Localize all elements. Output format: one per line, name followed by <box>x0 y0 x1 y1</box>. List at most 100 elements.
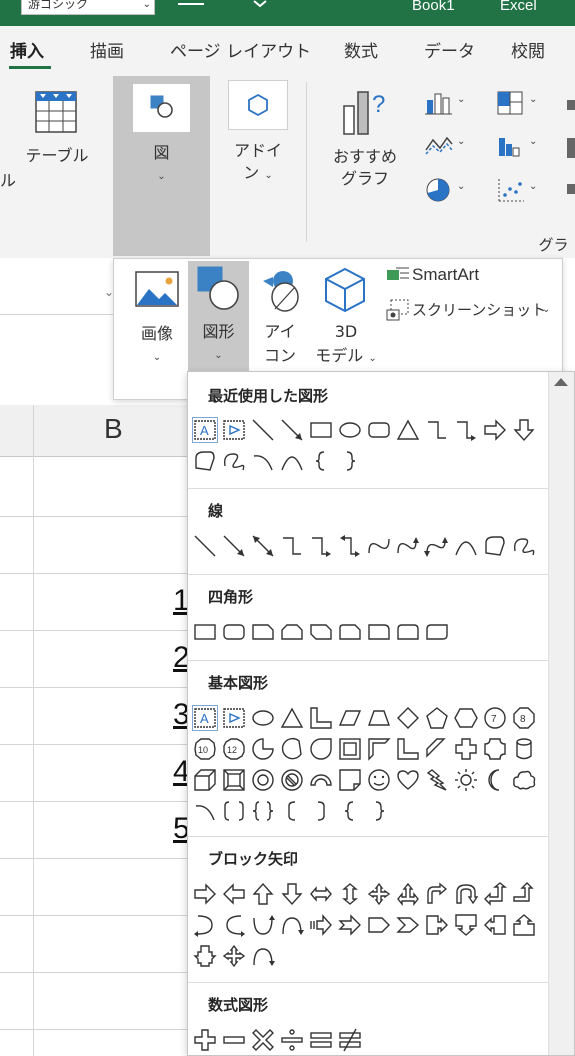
rounddiag-shape-icon[interactable] <box>422 616 451 648</box>
downarrow-shape-icon[interactable] <box>509 414 538 446</box>
line-shape-icon[interactable] <box>248 414 277 446</box>
decagon-shape-icon[interactable]: 10 <box>190 733 219 765</box>
screenshot-button[interactable]: スクリーンショット ⌄ <box>384 297 556 323</box>
scatter-chart-button[interactable]: ⌄ <box>496 177 542 203</box>
upcallout-shape-icon[interactable] <box>509 909 538 941</box>
curvedleft-shape-icon[interactable] <box>190 909 219 941</box>
rbrace-shape-icon[interactable] <box>364 795 393 827</box>
lshape-shape-icon[interactable] <box>393 733 422 765</box>
rrect-shape-icon[interactable] <box>364 414 393 446</box>
font-name-combobox[interactable]: 游ゴシック ⌄ <box>21 0 155 15</box>
teardrop-shape-icon[interactable] <box>306 733 335 765</box>
rect-shape-icon[interactable] <box>190 616 219 648</box>
smartart-button[interactable]: SmartArt <box>384 263 544 289</box>
curveddown-shape-icon[interactable] <box>248 940 277 972</box>
curve-shape-icon[interactable] <box>451 530 480 562</box>
blockarc-shape-icon[interactable] <box>306 764 335 796</box>
arrowline-shape-icon[interactable] <box>277 414 306 446</box>
bentarrow-shape-icon[interactable] <box>422 878 451 910</box>
uparrow-shape-icon[interactable] <box>248 878 277 910</box>
smiley-shape-icon[interactable] <box>364 764 393 796</box>
illustrations-button[interactable]: 図 ⌄ <box>113 76 210 256</box>
snipround-shape-icon[interactable] <box>335 616 364 648</box>
rbracket-shape-icon[interactable] <box>306 795 335 827</box>
halfframe-shape-icon[interactable] <box>364 733 393 765</box>
table-button[interactable]: テーブル <box>22 90 92 200</box>
pentagonshape-shape-icon[interactable] <box>422 702 451 734</box>
rightarrow-shape-icon[interactable] <box>480 414 509 446</box>
arc-shape-icon[interactable] <box>248 445 277 477</box>
plus-shape-icon[interactable] <box>190 1024 219 1055</box>
ellipse-shape-icon[interactable] <box>248 702 277 734</box>
elbow-shape-icon[interactable] <box>422 414 451 446</box>
rightcallout-shape-icon[interactable] <box>422 909 451 941</box>
curvedup-shape-icon[interactable] <box>248 909 277 941</box>
tab-page-layout[interactable]: ページ レイアウト <box>170 37 311 62</box>
elbowarrow-shape-icon[interactable] <box>306 530 335 562</box>
heart-shape-icon[interactable] <box>393 764 422 796</box>
can-shape-icon[interactable] <box>509 733 538 765</box>
bracepair-shape-icon[interactable] <box>248 795 277 827</box>
freeform-shape-icon[interactable] <box>480 530 509 562</box>
moon-shape-icon[interactable] <box>480 764 509 796</box>
downcallout-shape-icon[interactable] <box>451 909 480 941</box>
arrowline-shape-icon[interactable] <box>219 530 248 562</box>
textbox-shape-icon[interactable]: A <box>190 702 219 734</box>
lrarrow-shape-icon[interactable] <box>306 878 335 910</box>
curvedright-shape-icon[interactable] <box>219 909 248 941</box>
elbowdbl-shape-icon[interactable] <box>335 530 364 562</box>
recommended-charts-button[interactable]: ? おすすめ グラフ <box>326 88 404 200</box>
foldedcorner-shape-icon[interactable] <box>335 764 364 796</box>
curvedconndbl-shape-icon[interactable] <box>422 530 451 562</box>
frame-shape-icon[interactable] <box>335 733 364 765</box>
ellipse-shape-icon[interactable] <box>335 414 364 446</box>
chevron-down-icon[interactable]: ⌄ <box>143 0 151 12</box>
notched-shape-icon[interactable] <box>335 909 364 941</box>
dblarrow-shape-icon[interactable] <box>248 530 277 562</box>
hexagon-shape-icon[interactable] <box>451 702 480 734</box>
diamond-shape-icon[interactable] <box>393 702 422 734</box>
triangle-shape-icon[interactable] <box>393 414 422 446</box>
curveddown-shape-icon[interactable] <box>277 909 306 941</box>
rect-shape-icon[interactable] <box>306 414 335 446</box>
nosymbol-shape-icon[interactable] <box>277 764 306 796</box>
minus-shape-icon[interactable] <box>219 1024 248 1055</box>
rrect-shape-icon[interactable] <box>219 616 248 648</box>
quadarrow-shape-icon[interactable] <box>364 878 393 910</box>
cube-shape-icon[interactable] <box>190 764 219 796</box>
leftup-shape-icon[interactable] <box>480 878 509 910</box>
chevron-down-icon[interactable] <box>252 0 268 10</box>
addins-button[interactable]: アドイ ン ⌄ <box>224 80 292 200</box>
dodecagon-shape-icon[interactable]: 12 <box>219 733 248 765</box>
curvedconn-shape-icon[interactable] <box>364 530 393 562</box>
quadarrow-shape-icon[interactable] <box>219 940 248 972</box>
elbowarrow-shape-icon[interactable] <box>451 414 480 446</box>
cloud-shape-icon[interactable] <box>509 764 538 796</box>
leftarrow-shape-icon[interactable] <box>219 878 248 910</box>
equal-shape-icon[interactable] <box>306 1024 335 1055</box>
pie-shape-icon[interactable] <box>248 733 277 765</box>
line-chart-button[interactable]: ⌄ <box>424 132 470 158</box>
pentagon-shape-icon[interactable] <box>364 909 393 941</box>
udarrow-shape-icon[interactable] <box>335 878 364 910</box>
pie-chart-button[interactable]: ⌄ <box>424 177 470 203</box>
gallery-scrollbar[interactable] <box>548 372 574 1055</box>
arc-shape-icon[interactable] <box>190 795 219 827</box>
downarrow-shape-icon[interactable] <box>277 878 306 910</box>
tab-formulas[interactable]: 数式 <box>344 37 378 62</box>
lbrace-shape-icon[interactable] <box>306 445 335 477</box>
pictures-button[interactable]: 画像 ⌄ <box>128 267 186 371</box>
scribble-shape-icon[interactable] <box>509 530 538 562</box>
triangle-shape-icon[interactable] <box>277 702 306 734</box>
rightarrow-shape-icon[interactable] <box>190 878 219 910</box>
vtextbox-shape-icon[interactable] <box>219 702 248 734</box>
3d-models-button[interactable]: 3D モデル ⌄ <box>310 265 382 369</box>
round2-shape-icon[interactable] <box>393 616 422 648</box>
bentup-shape-icon[interactable] <box>509 878 538 910</box>
curve-shape-icon[interactable] <box>277 445 306 477</box>
vtextbox-shape-icon[interactable] <box>219 414 248 446</box>
snip2-shape-icon[interactable] <box>277 616 306 648</box>
tab-draw[interactable]: 描画 <box>90 37 124 62</box>
chord-shape-icon[interactable] <box>277 733 306 765</box>
sun-shape-icon[interactable] <box>451 764 480 796</box>
